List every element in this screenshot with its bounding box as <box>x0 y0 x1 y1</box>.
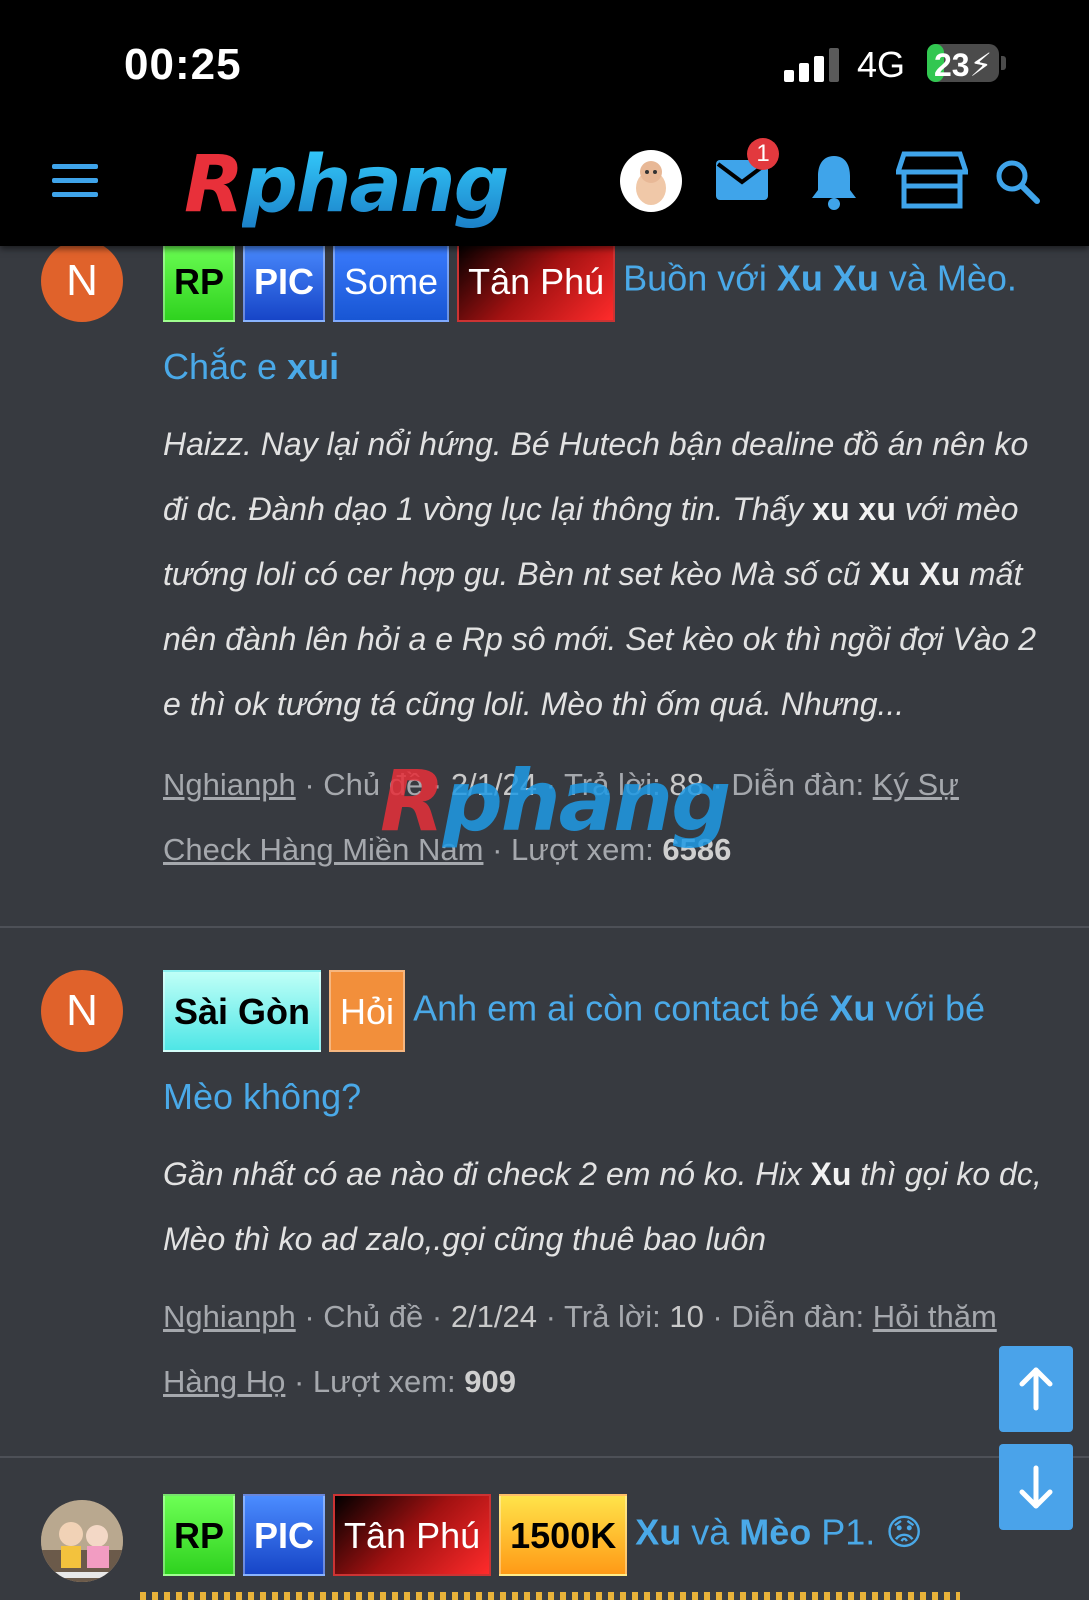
prefix-badge[interactable]: Sài Gòn <box>163 970 322 1052</box>
menu-icon[interactable] <box>52 164 98 198</box>
thread-title[interactable]: RP PIC Tân Phú 1500K Xu và Mèo P1. 😟 <box>163 1494 923 1576</box>
store-icon[interactable] <box>896 150 968 210</box>
prefix-border-strip <box>140 1592 960 1600</box>
prefix-badge[interactable]: PIC <box>243 1494 326 1576</box>
site-logo[interactable]: Rphang <box>184 140 509 230</box>
author-avatar[interactable]: N <box>41 240 123 322</box>
arrow-up-icon <box>1019 1367 1053 1411</box>
scroll-bottom-button[interactable] <box>999 1444 1073 1530</box>
bell-icon[interactable] <box>810 152 858 210</box>
thread-snippet: Gần nhất có ae nào đi check 2 em nó ko. … <box>163 1156 1042 1257</box>
prefix-badge[interactable]: PIC <box>243 240 326 322</box>
author-avatar[interactable] <box>41 1500 123 1582</box>
author-link[interactable]: Nghianph <box>163 767 296 802</box>
prefix-badge[interactable]: 1500K <box>499 1494 628 1576</box>
mail-badge: 1 <box>747 138 779 170</box>
thread-meta: Nghianph · Chủ đề · 2/1/24 · Trả lời: 10… <box>163 1299 997 1399</box>
prefix-badge[interactable]: RP <box>163 1494 236 1576</box>
thread-item[interactable]: RP PIC Tân Phú 1500K Xu và Mèo P1. 😟 <box>0 1458 1089 1600</box>
thread-snippet: Haizz. Nay lại nổi hứng. Bé Hutech bận d… <box>163 426 1037 722</box>
thread-title[interactable]: RP PIC Some Tân Phú Buồn với Xu Xu và Mèo. <box>163 240 1017 322</box>
thread-item[interactable]: N Sài Gòn Hỏi Anh em ai còn contact bé Xu … <box>0 928 1089 1460</box>
search-icon[interactable] <box>994 158 1040 204</box>
thread-title-cont[interactable]: Chắc e xui <box>163 346 339 388</box>
prefix-badge[interactable]: Some <box>333 240 450 322</box>
user-avatar[interactable] <box>620 150 682 212</box>
app-header: Rphang 1 <box>0 128 1089 246</box>
worried-face-icon: 😟 <box>885 1511 923 1553</box>
prefix-badge[interactable]: Hỏi <box>329 970 406 1052</box>
thread-meta: Nghianph · Chủ đề · 2/1/24 · Trả lời: 88… <box>163 767 959 867</box>
prefix-badge[interactable]: Tân Phú <box>457 240 616 322</box>
avatar-image <box>41 1500 123 1582</box>
prefix-badge[interactable]: Tân Phú <box>333 1494 492 1576</box>
author-link[interactable]: Nghianph <box>163 1299 296 1334</box>
scroll-top-button[interactable] <box>999 1346 1073 1432</box>
author-avatar[interactable]: N <box>41 970 123 1052</box>
prefix-badge[interactable]: RP <box>163 240 236 322</box>
thread-title[interactable]: Sài Gòn Hỏi Anh em ai còn contact bé Xu vớ… <box>163 970 985 1052</box>
avatar-image <box>636 161 666 205</box>
arrow-down-icon <box>1019 1465 1053 1509</box>
thread-title-cont[interactable]: Mèo không? <box>163 1076 361 1118</box>
